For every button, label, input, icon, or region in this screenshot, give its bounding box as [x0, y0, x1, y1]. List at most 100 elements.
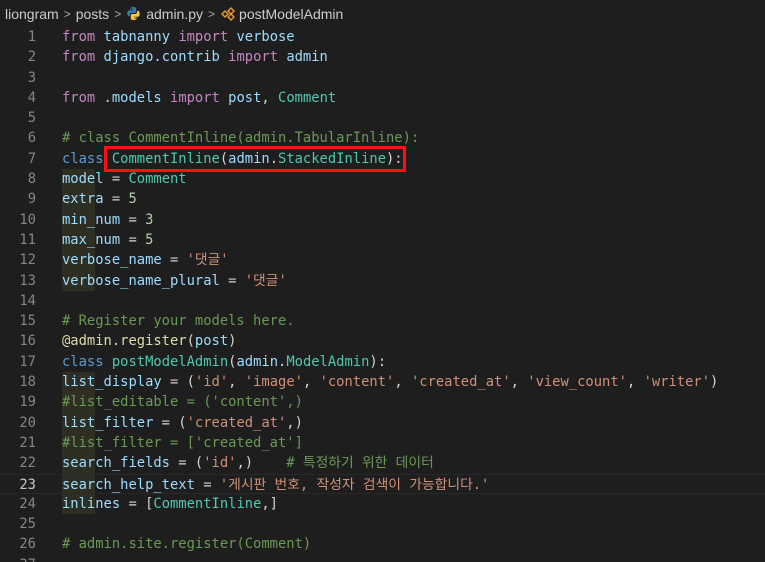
code-text: @admin.register(post)	[62, 331, 236, 351]
code-token: admin	[286, 49, 328, 66]
code-text: verbose_name = '댓글'	[62, 250, 229, 270]
code-token: =	[194, 476, 220, 493]
code-line[interactable]: 17 class postModelAdmin(admin.ModelAdmin)…	[0, 352, 765, 372]
code-text: verbose_name_plural = '댓글'	[62, 271, 287, 291]
code-token: from	[62, 49, 96, 66]
line-number: 7	[27, 150, 36, 167]
code-token: import	[228, 49, 278, 66]
code-text: from django.contrib import admin	[62, 47, 328, 67]
code-token: ,	[626, 374, 644, 391]
line-number: 20	[19, 414, 36, 431]
code-token: (	[186, 333, 195, 350]
code-token: ModelAdmin	[286, 353, 370, 370]
code-line[interactable]: 20 list_filter = ('created_at',)	[0, 412, 765, 433]
code-text: # class CommentInline(admin.TabularInlin…	[62, 128, 419, 148]
breadcrumb-item-symbol[interactable]: postModelAdmin	[220, 6, 343, 22]
code-text: class CommentInline(admin.StackedInline)…	[62, 149, 403, 169]
code-line[interactable]: 1 from tabnanny import verbose	[0, 27, 765, 47]
code-line[interactable]: 11 max_num = 5	[0, 229, 765, 251]
breadcrumb-file-label: admin.py	[146, 6, 204, 22]
code-token: 'id'	[203, 455, 237, 472]
breadcrumb-item-folder[interactable]: liongram	[5, 6, 59, 22]
code-token: =	[103, 191, 129, 208]
code-token: 5	[145, 231, 154, 248]
code-token: model	[62, 171, 104, 188]
line-number: 3	[27, 69, 36, 86]
breadcrumb-separator: >	[63, 7, 71, 21]
code-token: verbose_name	[62, 252, 162, 269]
code-line[interactable]: 8 model = Comment	[0, 169, 765, 190]
code-line[interactable]: 16 @admin.register(post)	[0, 331, 765, 351]
code-line[interactable]: 2 from django.contrib import admin	[0, 47, 765, 67]
code-token: =	[161, 252, 187, 269]
code-line[interactable]: 6 # class CommentInline(admin.TabularInli…	[0, 128, 765, 148]
code-token: 'writer'	[643, 374, 711, 391]
code-editor[interactable]: 1 from tabnanny import verbose 2 from djang…	[0, 27, 765, 562]
code-token: '댓글'	[244, 272, 287, 289]
code-line[interactable]: 5	[0, 108, 765, 128]
line-number: 6	[27, 130, 36, 147]
code-line[interactable]: 4 from .models import post, Comment	[0, 88, 765, 108]
code-line[interactable]: 9 extra = 5	[0, 189, 765, 210]
code-token: =	[120, 211, 146, 228]
code-text: extra = 5	[62, 189, 137, 209]
breadcrumb-item-file[interactable]: admin.py	[126, 6, 203, 22]
line-number: 10	[19, 211, 36, 228]
code-line[interactable]: 25	[0, 514, 765, 534]
code-token: ):	[369, 353, 387, 370]
line-number: 26	[19, 536, 36, 553]
code-token: models	[111, 89, 162, 106]
code-token: @admin.register	[62, 333, 187, 350]
code-token: 'image'	[244, 374, 303, 391]
code-text: from tabnanny import verbose	[62, 27, 295, 47]
python-icon	[127, 6, 140, 21]
code-line[interactable]: 23 search_help_text = '게시판 번호, 작성자 검색이 가능…	[0, 473, 765, 495]
code-line[interactable]: 19 #list_editable = ('content',)	[0, 392, 765, 413]
breadcrumb-separator: >	[114, 7, 122, 21]
code-token: (	[219, 150, 229, 167]
line-number: 27	[0, 555, 36, 562]
code-token: 5	[128, 191, 137, 208]
code-token: =	[120, 231, 146, 248]
line-number: 22	[19, 455, 36, 472]
code-token: )	[228, 333, 237, 350]
line-number: 14	[19, 292, 36, 309]
code-text: #list_filter = ['created_at']	[62, 433, 303, 453]
code-token: 'created_at'	[186, 414, 287, 431]
code-token: =	[103, 171, 129, 188]
code-token: # Register your models here.	[62, 313, 295, 330]
code-line[interactable]: 7 class CommentInline(admin.StackedInline…	[0, 149, 765, 169]
code-line[interactable]: 21 #list_filter = ['created_at']	[0, 432, 765, 454]
code-line[interactable]: 26 # admin.site.register(Comment)	[0, 534, 765, 554]
code-text: # Register your models here.	[62, 311, 295, 331]
code-text: list_display = ('id', 'image', 'content'…	[62, 372, 718, 392]
code-line[interactable]: 12 verbose_name = '댓글'	[0, 250, 765, 271]
code-token: import	[170, 89, 220, 106]
code-text: # admin.site.register(Comment)	[62, 534, 311, 554]
code-token: min_num	[62, 211, 121, 228]
line-number: 11	[19, 231, 36, 248]
code-line[interactable]: 10 min_num = 3	[0, 209, 765, 230]
code-token: admin	[228, 150, 270, 167]
code-line[interactable]: 15 # Register your models here.	[0, 311, 765, 331]
code-line[interactable]: 13 verbose_name_plural = '댓글'	[0, 270, 765, 291]
code-line[interactable]: 22 search_fields = ('id',) # 특정하기 위한 데이터	[0, 453, 765, 474]
code-token: ):	[386, 150, 403, 167]
breadcrumb: liongram > posts > admin.py > postModelA…	[0, 0, 765, 28]
code-text: search_help_text = '게시판 번호, 작성자 검색이 가능합니…	[62, 475, 489, 495]
code-line[interactable]: 3	[0, 68, 765, 88]
code-line[interactable]: 18 list_display = ('id', 'image', 'conten…	[0, 372, 765, 393]
code-token: ,	[510, 374, 528, 391]
code-line[interactable]: 24 inlines = [CommentInline,]	[0, 493, 765, 515]
breadcrumb-item-subfolder[interactable]: posts	[76, 6, 109, 22]
line-number: 24	[19, 495, 36, 512]
code-line[interactable]: 27	[0, 555, 765, 562]
symbol-class-icon	[221, 7, 236, 21]
code-token: from	[62, 89, 96, 106]
code-token: list_display	[62, 374, 162, 391]
code-text: min_num = 3	[62, 210, 153, 230]
code-line[interactable]: 14	[0, 291, 765, 311]
